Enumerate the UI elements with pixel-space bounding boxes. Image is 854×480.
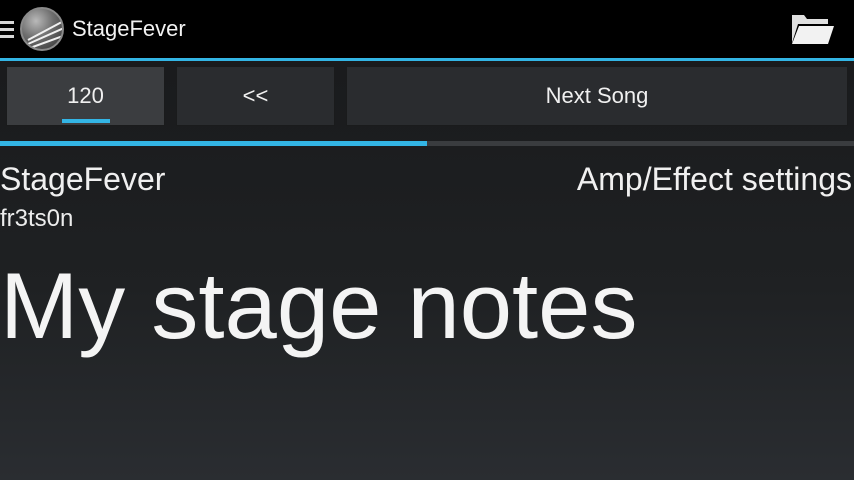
- amp-effect-settings: Amp/Effect settings: [576, 161, 852, 197]
- previous-song-button[interactable]: <<: [176, 66, 335, 126]
- bpm-button[interactable]: 120: [6, 66, 165, 126]
- bpm-label: 120: [67, 83, 104, 108]
- drawer-icon: [0, 17, 16, 41]
- app-title: StageFever: [72, 16, 186, 41]
- folder-open-icon[interactable]: [788, 12, 836, 46]
- app-logo-icon: [20, 7, 64, 51]
- stage-notes: My stage notes: [0, 253, 638, 358]
- screen: StageFever 120 << Next Song StageFever f…: [0, 0, 854, 480]
- next-song-label: Next Song: [545, 83, 649, 108]
- previous-song-label: <<: [242, 83, 269, 108]
- song-progress-fill: [0, 141, 427, 146]
- song-title: StageFever: [0, 161, 166, 197]
- action-bar-divider: [0, 58, 854, 61]
- bpm-active-indicator: [62, 119, 110, 123]
- action-bar: StageFever: [0, 0, 854, 58]
- control-button-row: 120 << Next Song: [6, 66, 848, 126]
- home-button[interactable]: StageFever: [0, 0, 186, 58]
- song-artist: fr3ts0n: [0, 205, 74, 232]
- next-song-button[interactable]: Next Song: [346, 66, 848, 126]
- song-progress-bar: [0, 141, 854, 146]
